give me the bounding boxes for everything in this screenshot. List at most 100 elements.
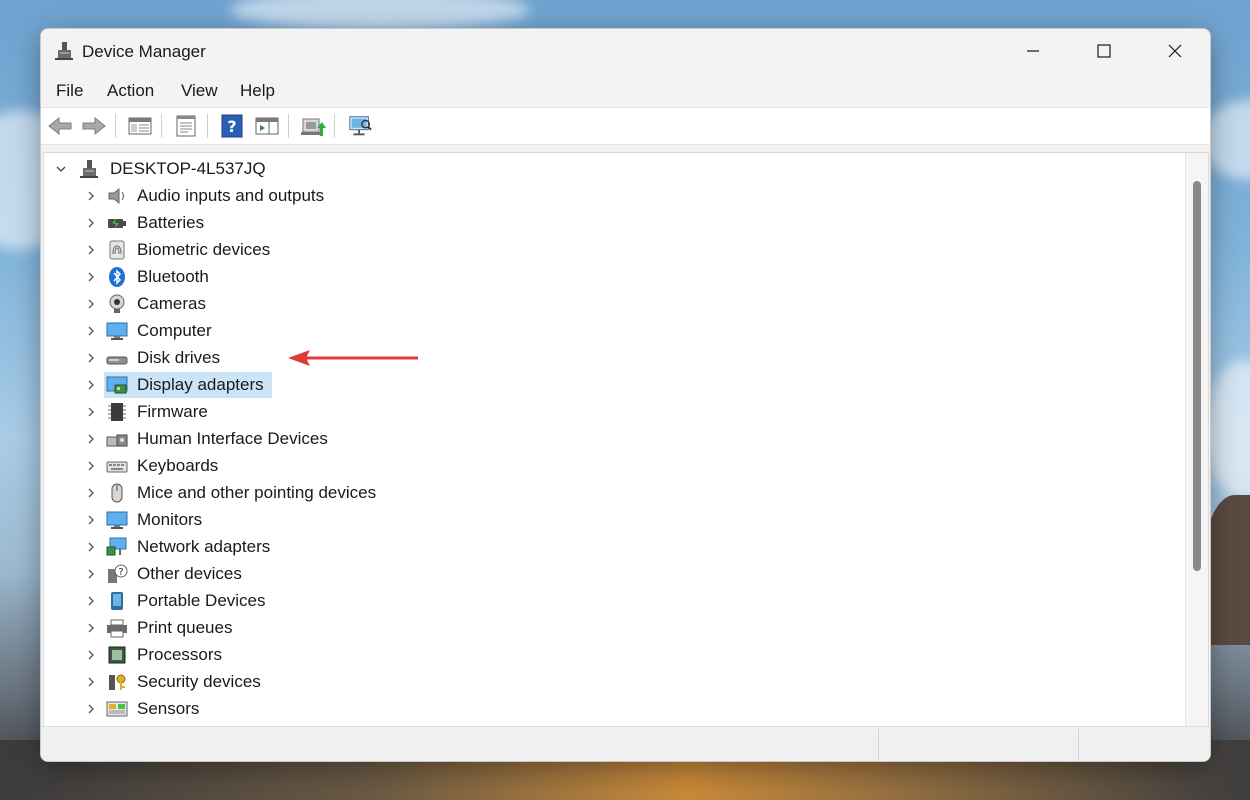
tree-item[interactable]: Network adapters (44, 534, 1174, 560)
tree-item[interactable]: Mice and other pointing devices (44, 480, 1174, 506)
tree-item[interactable]: Security devices (44, 669, 1174, 695)
tree-item-label: Firmware (137, 402, 208, 421)
security-device-icon (109, 674, 126, 690)
tree-item[interactable]: Firmware (44, 399, 1174, 425)
chevron-right-icon[interactable] (84, 513, 98, 527)
back-button[interactable] (47, 113, 73, 139)
close-button[interactable] (1140, 29, 1210, 73)
chevron-right-icon[interactable] (84, 486, 98, 500)
disk-drive-icon (106, 356, 128, 365)
properties-button[interactable] (173, 113, 199, 139)
tree-item[interactable]: Cameras (44, 291, 1174, 317)
chevron-right-icon[interactable] (84, 243, 98, 257)
tree-item[interactable]: Bluetooth (44, 264, 1174, 290)
hid-icon (106, 434, 128, 447)
chevron-right-icon[interactable] (84, 405, 98, 419)
menu-help[interactable]: Help (240, 81, 275, 101)
tree-item[interactable]: Audio inputs and outputs (44, 183, 1174, 209)
svg-text:?: ? (118, 567, 123, 578)
action-pane-icon (255, 117, 279, 135)
tree-item[interactable]: ? Other devices (44, 561, 1174, 587)
maximize-button[interactable] (1069, 29, 1139, 73)
tree-root-label: DESKTOP-4L537JQ (110, 159, 266, 178)
tree-item-label: Sensors (137, 699, 200, 718)
maximize-icon (1097, 44, 1111, 58)
chevron-right-icon[interactable] (84, 378, 98, 392)
tree-root[interactable]: DESKTOP-4L537JQ (44, 156, 1174, 182)
camera-icon (109, 294, 125, 313)
tree-item-label: Network adapters (137, 537, 271, 556)
tree-item-label: Human Interface Devices (137, 429, 328, 448)
tree-item[interactable]: Print queues (44, 615, 1174, 641)
bluetooth-icon (109, 267, 125, 287)
menu-file[interactable]: File (56, 81, 83, 101)
tree-item[interactable]: Keyboards (44, 453, 1174, 479)
tree-item[interactable]: Biometric devices (44, 237, 1174, 263)
chevron-right-icon[interactable] (84, 702, 98, 716)
tree-item-label: Cameras (137, 294, 206, 313)
mouse-icon (111, 483, 123, 503)
chevron-right-icon[interactable] (84, 297, 98, 311)
tree-item-label: Disk drives (137, 348, 221, 367)
window-title: Device Manager (82, 42, 206, 61)
network-adapter-icon (106, 537, 127, 556)
title-bar[interactable]: Device Manager (41, 29, 1210, 73)
tree-item[interactable]: Processors (44, 642, 1174, 668)
tree-item-label: Other devices (137, 564, 242, 583)
back-icon (48, 116, 72, 136)
properties-icon (176, 115, 196, 137)
chevron-right-icon[interactable] (84, 351, 98, 365)
tree-item-label: Batteries (137, 213, 205, 232)
chevron-right-icon[interactable] (84, 459, 98, 473)
annotation-arrow (288, 350, 418, 366)
help-icon: ? (221, 114, 243, 138)
tree-item[interactable]: Monitors (44, 507, 1174, 533)
firmware-chip-icon (108, 403, 126, 421)
tree-item[interactable]: Human Interface Devices (44, 426, 1174, 452)
chevron-right-icon[interactable] (84, 648, 98, 662)
tree-item[interactable]: Display adapters (44, 372, 1174, 398)
chevron-right-icon[interactable] (84, 621, 98, 635)
tree-item-label: Display adapters (137, 375, 264, 394)
scan-hardware-button[interactable] (347, 113, 373, 139)
tree-item-label: Print queues (137, 618, 233, 637)
update-driver-button[interactable] (300, 113, 326, 139)
chevron-right-icon[interactable] (84, 675, 98, 689)
minimize-button[interactable] (998, 29, 1068, 73)
action-pane-button[interactable] (254, 113, 280, 139)
tree-item[interactable]: Batteries (44, 210, 1174, 236)
device-tree: DESKTOP-4L537JQ Audio inputs and outputs… (43, 152, 1209, 727)
status-separator (878, 729, 879, 760)
chevron-right-icon[interactable] (84, 324, 98, 338)
chevron-right-icon[interactable] (84, 567, 98, 581)
tree-item-label: Computer (137, 321, 212, 340)
vertical-scrollbar[interactable] (1185, 153, 1208, 726)
keyboard-icon (106, 461, 128, 473)
help-button[interactable]: ? (219, 113, 245, 139)
forward-button[interactable] (81, 113, 107, 139)
show-hide-console-tree-button[interactable] (127, 113, 153, 139)
chevron-right-icon[interactable] (84, 594, 98, 608)
tree-item[interactable]: Sensors (44, 696, 1174, 722)
tree-item[interactable]: Disk drives (44, 345, 1174, 371)
forward-icon (82, 116, 106, 136)
chevron-right-icon[interactable] (84, 540, 98, 554)
tree-item[interactable]: Computer (44, 318, 1174, 344)
tree-item-label: Bluetooth (137, 267, 209, 286)
speaker-icon (108, 187, 125, 205)
tree-item-label: Keyboards (137, 456, 219, 475)
tree-item-label: Monitors (137, 510, 203, 529)
scan-hardware-icon (349, 116, 372, 136)
computer-root-icon (80, 160, 98, 178)
chevron-right-icon[interactable] (84, 189, 98, 203)
menu-view[interactable]: View (181, 81, 218, 101)
chevron-right-icon[interactable] (84, 432, 98, 446)
scrollbar-thumb[interactable] (1193, 181, 1201, 571)
chevron-right-icon[interactable] (84, 216, 98, 230)
tree-item[interactable]: Portable Devices (44, 588, 1174, 614)
update-driver-icon (301, 118, 326, 136)
chevron-down-icon[interactable] (54, 162, 68, 176)
menu-action[interactable]: Action (107, 81, 154, 101)
status-bar (41, 726, 1210, 761)
chevron-right-icon[interactable] (84, 270, 98, 284)
